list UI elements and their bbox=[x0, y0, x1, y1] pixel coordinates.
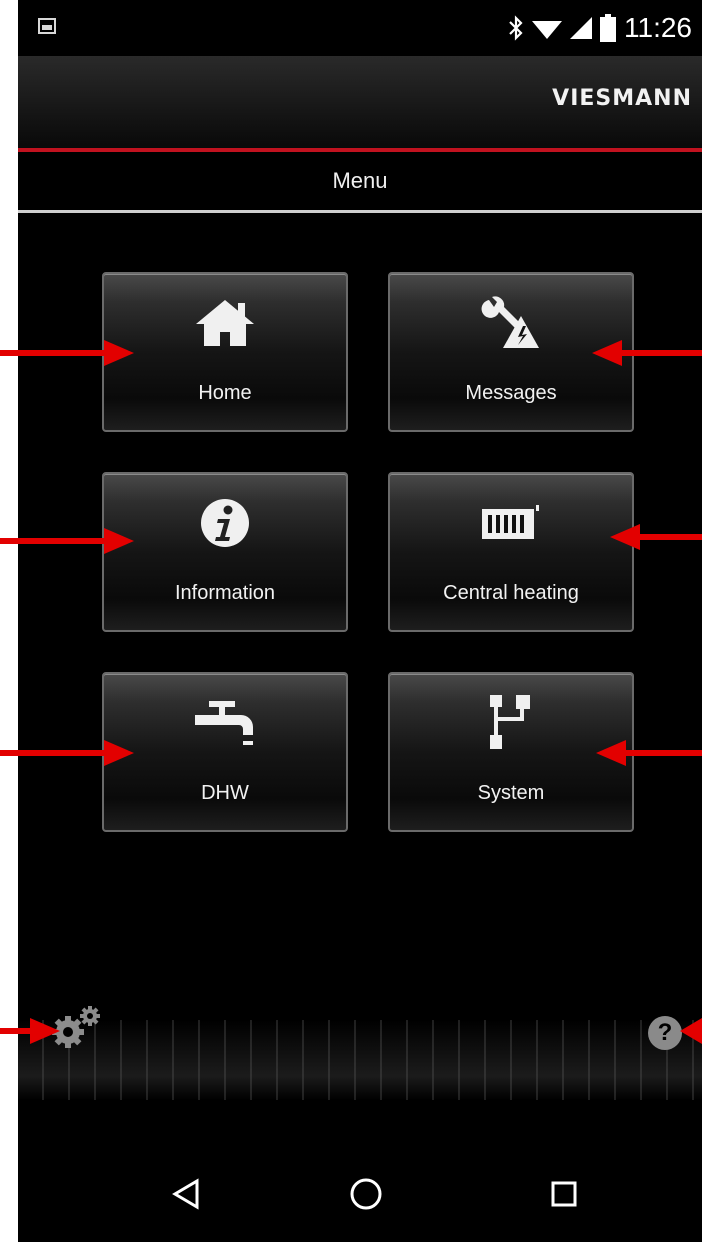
central-heating-label: Central heating bbox=[443, 582, 579, 604]
dhw-label: DHW bbox=[201, 782, 249, 804]
annotation-arrow-home bbox=[0, 340, 134, 366]
status-time: 11:26 bbox=[624, 12, 692, 43]
home-circle-icon bbox=[350, 1178, 382, 1210]
central-heating-button[interactable]: Central heating bbox=[388, 472, 634, 632]
status-icons: 11:26 bbox=[508, 8, 692, 48]
help-icon: ? bbox=[657, 1019, 673, 1046]
annotation-arrow-information bbox=[0, 528, 134, 554]
floor-grid-decoration bbox=[18, 1020, 702, 1100]
nav-back-button[interactable] bbox=[158, 1168, 214, 1220]
brand-logo: VIESMANN bbox=[552, 86, 692, 111]
gallery-icon bbox=[38, 18, 56, 34]
annotation-arrow-help bbox=[680, 1018, 702, 1044]
annotation-arrow-central-heating bbox=[610, 524, 702, 550]
messages-label: Messages bbox=[465, 382, 557, 404]
annotation-arrow-dhw bbox=[0, 740, 134, 766]
nav-recents-button[interactable] bbox=[536, 1168, 592, 1220]
annotation-arrow-messages bbox=[592, 340, 702, 366]
home-label: Home bbox=[198, 382, 252, 404]
status-bar: 11:26 bbox=[18, 0, 702, 56]
title-bar: Menu bbox=[18, 152, 702, 210]
annotation-arrow-settings bbox=[0, 1018, 60, 1044]
cell-signal-icon bbox=[570, 17, 592, 39]
recents-square-icon bbox=[551, 1181, 577, 1207]
android-nav-bar bbox=[18, 1146, 702, 1242]
system-schema-icon bbox=[490, 695, 530, 749]
app-header: VIESMANN bbox=[18, 56, 702, 148]
nav-home-button[interactable] bbox=[338, 1168, 394, 1220]
wifi-icon bbox=[532, 21, 562, 39]
system-label: System bbox=[477, 782, 545, 804]
back-triangle-icon bbox=[172, 1178, 199, 1210]
annotation-arrow-system bbox=[596, 740, 702, 766]
bluetooth-icon bbox=[509, 15, 523, 41]
radiator-icon bbox=[482, 505, 539, 539]
information-label: Information bbox=[174, 582, 276, 604]
info-icon bbox=[201, 499, 249, 547]
house-icon bbox=[196, 300, 254, 346]
phone-screen: 11:26 VIESMANN Menu Home Messages Inform… bbox=[18, 0, 702, 1242]
wrench-warning-icon bbox=[481, 296, 539, 348]
battery-icon bbox=[600, 14, 616, 42]
page-title: Menu bbox=[332, 168, 388, 193]
title-divider bbox=[18, 210, 702, 213]
help-button[interactable]: ? bbox=[648, 1016, 682, 1050]
tap-icon bbox=[195, 701, 253, 745]
